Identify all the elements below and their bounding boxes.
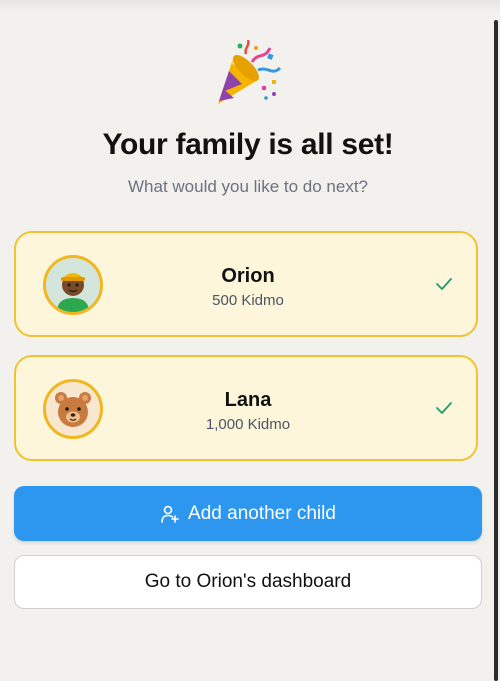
top-fade: [0, 0, 500, 14]
party-popper-icon: [212, 39, 284, 112]
add-another-child-label: Add another child: [188, 502, 336, 524]
scrollbar[interactable]: [494, 20, 498, 681]
check-icon: [434, 276, 454, 292]
child-balance: 1,000 Kidmo: [205, 416, 291, 433]
go-to-dashboard-button[interactable]: Go to Orion's dashboard: [14, 555, 482, 609]
child-name: Orion: [221, 265, 275, 287]
child-card-orion[interactable]: Orion 500 Kidmo: [14, 231, 478, 337]
child-balance: 500 Kidmo: [212, 292, 284, 309]
page-title: Your family is all set!: [102, 128, 394, 161]
add-another-child-button[interactable]: Add another child: [14, 486, 482, 541]
child-card-lana[interactable]: Lana 1,000 Kidmo: [14, 355, 478, 461]
page-subtitle: What would you like to do next?: [127, 177, 369, 196]
add-user-icon: [160, 504, 180, 524]
child-name: Lana: [224, 389, 272, 411]
check-icon: [434, 400, 454, 416]
